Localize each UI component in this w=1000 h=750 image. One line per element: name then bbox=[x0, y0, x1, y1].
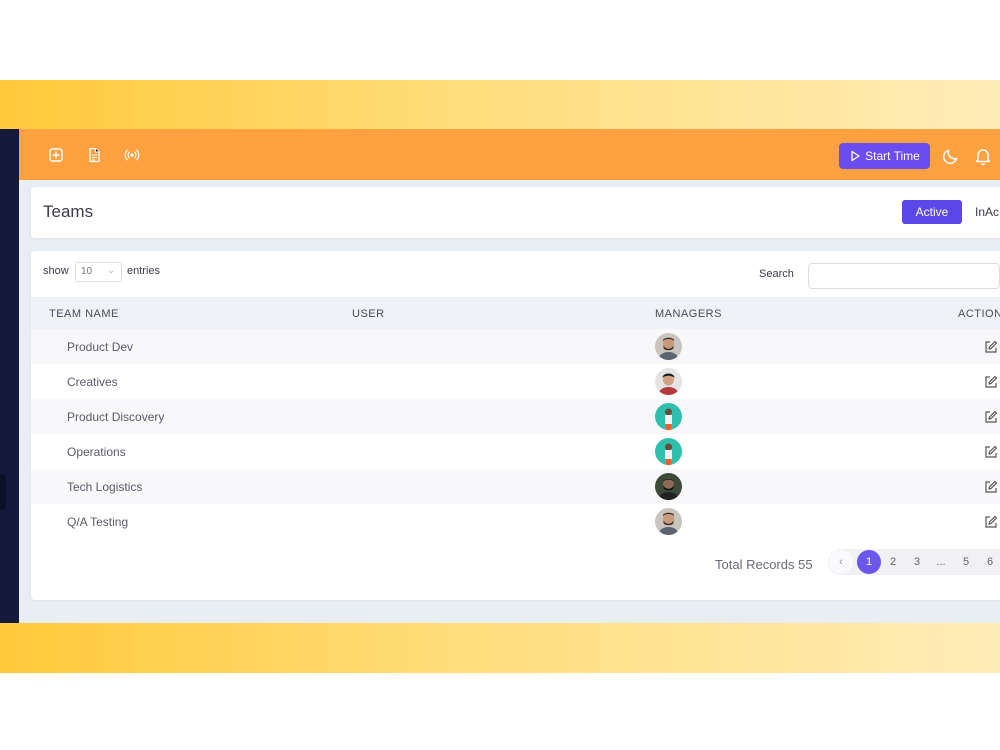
column-header-user[interactable]: USER bbox=[352, 308, 385, 320]
search-input[interactable] bbox=[808, 263, 1000, 289]
pagination-prev-button[interactable]: ‹ bbox=[829, 550, 853, 574]
page-title: Teams bbox=[43, 202, 94, 221]
entries-value: 10 bbox=[81, 266, 93, 277]
manager-avatar[interactable] bbox=[655, 333, 682, 360]
app-window: Start Time Teams Active InAc show 10 ⌄ e… bbox=[19, 129, 1000, 623]
page-header-card: Teams Active InAc bbox=[31, 187, 1000, 238]
page-ellipsis: ... bbox=[936, 556, 946, 568]
table-row: Product Discovery bbox=[31, 399, 1000, 434]
manager-avatar[interactable] bbox=[655, 508, 682, 535]
table-row: Q/A Testing bbox=[31, 504, 1000, 539]
dark-mode-moon-icon[interactable] bbox=[941, 146, 961, 166]
teams-table-card: show 10 ⌄ entries Search TEAM NAME USER … bbox=[31, 251, 1000, 600]
total-records: Total Records 55 bbox=[715, 557, 813, 572]
table-header: TEAM NAME USER MANAGERS ACTION bbox=[31, 297, 1000, 329]
start-time-button[interactable]: Start Time bbox=[839, 143, 930, 169]
edit-icon[interactable] bbox=[984, 515, 998, 529]
start-time-label: Start Time bbox=[865, 149, 920, 163]
column-header-team-name[interactable]: TEAM NAME bbox=[49, 308, 119, 320]
column-header-action[interactable]: ACTION bbox=[958, 308, 1000, 320]
team-name: Creatives bbox=[67, 375, 118, 389]
notification-bell-icon[interactable] bbox=[973, 146, 993, 166]
chevron-down-icon: ⌄ bbox=[107, 265, 115, 275]
search-label: Search bbox=[759, 268, 794, 280]
show-label: show bbox=[43, 265, 69, 277]
manager-avatar[interactable] bbox=[655, 403, 682, 430]
entries-select[interactable]: 10 ⌄ bbox=[75, 262, 122, 282]
page-button-1[interactable]: 1 bbox=[857, 550, 881, 574]
table-row: Creatives bbox=[31, 364, 1000, 399]
top-bar: Start Time bbox=[19, 129, 1000, 180]
broadcast-icon[interactable] bbox=[124, 147, 140, 163]
manager-avatar[interactable] bbox=[655, 368, 682, 395]
pagination: ‹ 1 2 3 ... 5 6 bbox=[828, 549, 1000, 575]
page-button-5[interactable]: 5 bbox=[954, 549, 978, 575]
play-icon bbox=[851, 150, 860, 162]
team-name: Product Dev bbox=[67, 340, 134, 354]
manager-avatar[interactable] bbox=[655, 438, 682, 465]
team-name: Tech Logistics bbox=[67, 480, 143, 494]
sidebar-toggle-handle[interactable] bbox=[0, 474, 6, 510]
edit-icon[interactable] bbox=[984, 410, 998, 424]
page-button-3[interactable]: 3 bbox=[905, 549, 929, 575]
manager-avatar[interactable] bbox=[655, 473, 682, 500]
team-name: Product Discovery bbox=[67, 410, 165, 424]
edit-icon[interactable] bbox=[984, 375, 998, 389]
document-icon[interactable] bbox=[86, 147, 102, 163]
tab-inactive[interactable]: InAc bbox=[975, 205, 999, 219]
team-name: Operations bbox=[67, 445, 126, 459]
add-square-icon[interactable] bbox=[48, 147, 64, 163]
sidebar bbox=[0, 129, 19, 623]
edit-icon[interactable] bbox=[984, 340, 998, 354]
edit-icon[interactable] bbox=[984, 480, 998, 494]
table-row: Tech Logistics bbox=[31, 469, 1000, 504]
team-name: Q/A Testing bbox=[67, 515, 129, 529]
entries-label: entries bbox=[127, 265, 161, 277]
page-button-6[interactable]: 6 bbox=[978, 549, 1000, 575]
table-row: Product Dev bbox=[31, 329, 1000, 364]
column-header-managers[interactable]: MANAGERS bbox=[655, 308, 722, 320]
tab-active[interactable]: Active bbox=[902, 200, 962, 224]
page-button-2[interactable]: 2 bbox=[881, 549, 905, 575]
edit-icon[interactable] bbox=[984, 445, 998, 459]
table-row: Operations bbox=[31, 434, 1000, 469]
